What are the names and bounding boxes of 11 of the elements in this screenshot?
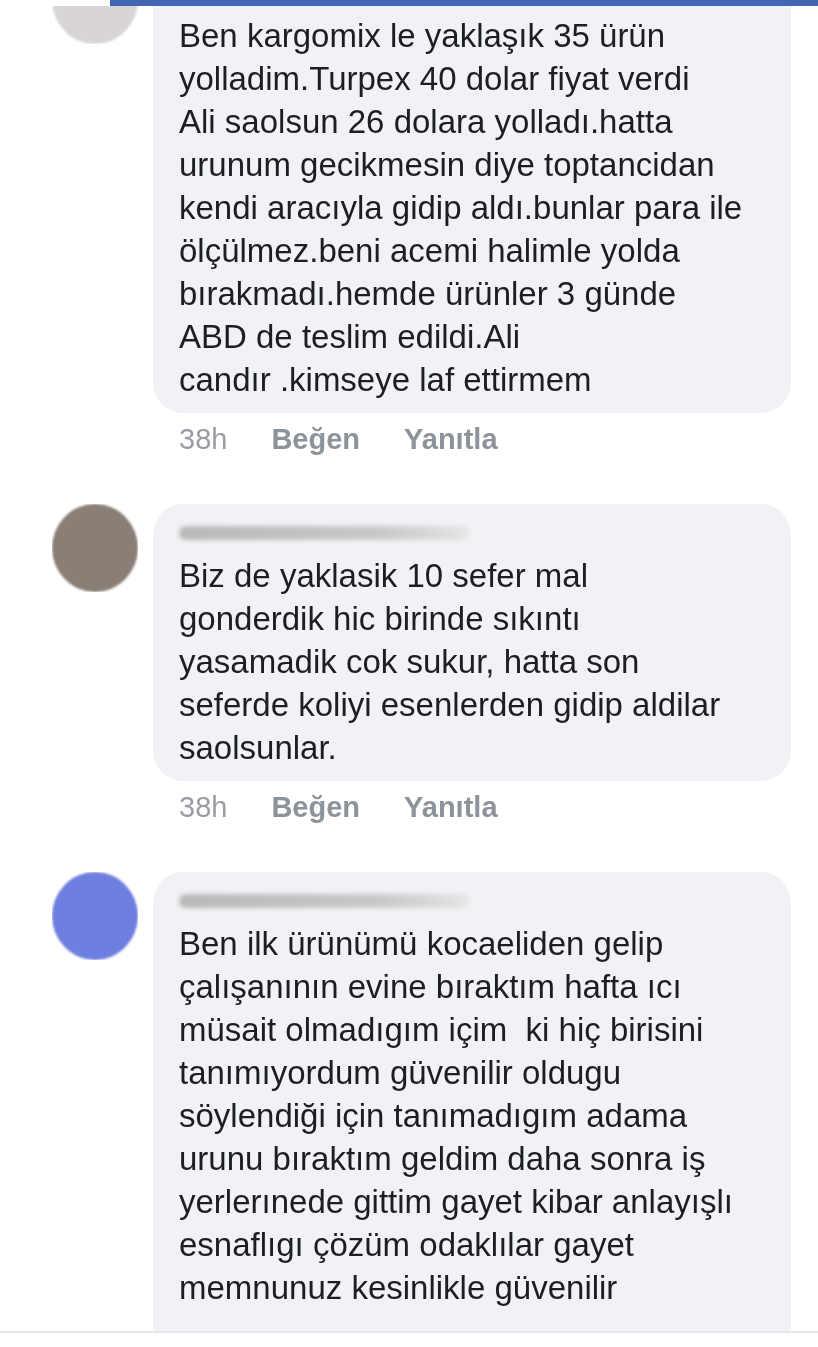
comment-time: 38h	[179, 791, 228, 824]
comment-text: Biz de yaklasik 10 sefer mal gonderdik hic birinde sıkıntı yasamadik cok sukur, hatta son seferde koliyi esenlerden gidip aldilar saolsunlar.	[179, 556, 722, 768]
avatar[interactable]	[52, 872, 138, 960]
comment-text: Ben ilk ürünümü kocaeliden gelip çalışanının evine bıraktım hafta ıcı müsait olmadıgım içim ki hiç birisini tanımıyordum güvenilir oldugu söylendiği için tanımadıgım adama urunu bıraktım geldim daha sonra iş yerlerınede gittim gayet kibar anlayışlı esnaflıgı çözüm odaklılar gayet memnunuz kesinlikle güvenilir	[179, 924, 734, 1308]
reply-link[interactable]: Yanıtla	[404, 423, 498, 456]
like-link[interactable]: Beğen	[271, 791, 361, 824]
like-link[interactable]: Beğen	[271, 423, 361, 456]
comment-text: Ben kargomix le yaklaşık 35 ürün yolladim.Turpex 40 dolar fiyat verdi Ali saolsun 26 dolara yolladı.hatta urunum gecikmesin diye toptancidan kendi aracıyla gidip aldı.bunlar para ile ölçülmez.beni acemi halimle yolda bırakmadı.hemde ürünler 3 günde ABD de teslim edildi.Ali candır .kimseye laf ettirmem	[179, 16, 744, 400]
avatar[interactable]	[52, 504, 138, 592]
reply-link[interactable]: Yanıtla	[404, 791, 498, 824]
comment-time: 38h	[179, 423, 228, 456]
